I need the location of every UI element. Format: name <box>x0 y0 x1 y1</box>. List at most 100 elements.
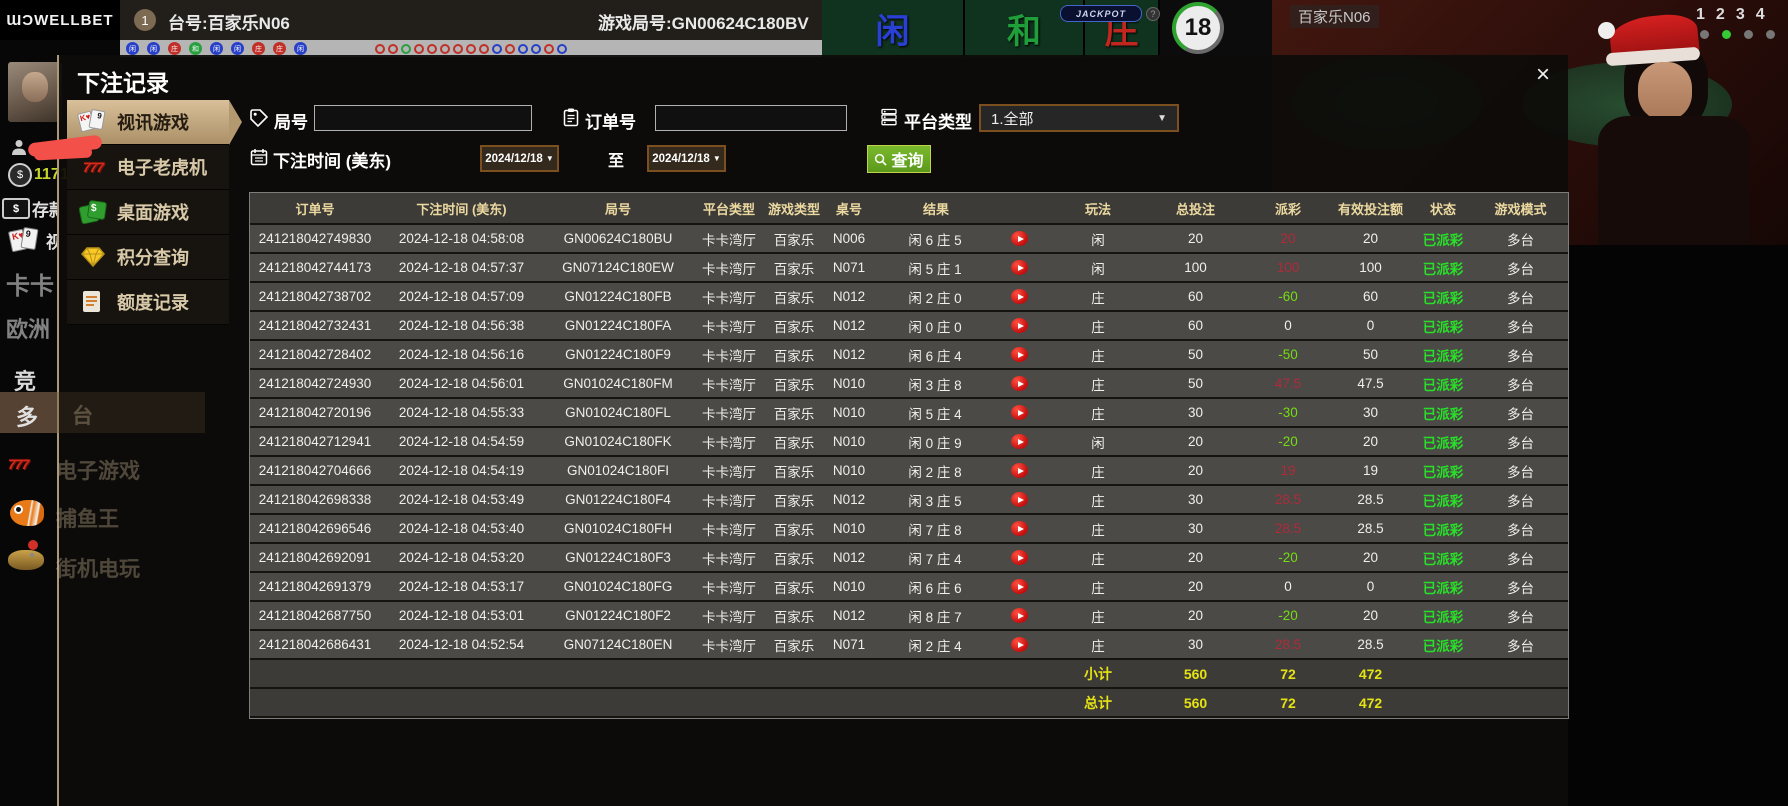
cell-round-no: GN01024C180FM <box>563 376 673 391</box>
cell-game-mode: 多台 <box>1507 464 1534 480</box>
close-icon[interactable]: × <box>1536 63 1550 87</box>
slot-machine-icon: 777 <box>82 159 104 175</box>
arcade-nav-icon[interactable] <box>8 540 44 570</box>
modal-title: 下注记录 <box>77 70 169 96</box>
replay-icon[interactable] <box>1011 579 1028 594</box>
query-button[interactable]: 查询 <box>867 145 931 173</box>
cell-status: 已派彩 <box>1422 638 1464 654</box>
slots-nav-icon[interactable]: 777 <box>8 456 29 472</box>
cell-game-type: 百家乐 <box>773 609 815 625</box>
cell-table-no: N012 <box>832 550 866 565</box>
replay-icon[interactable] <box>1011 405 1028 420</box>
date-from-value: 2024/12/18 <box>485 152 543 165</box>
cell-status: 已派彩 <box>1422 232 1464 248</box>
cell-total-bet: 50 <box>1187 376 1204 391</box>
bet-player-zone[interactable]: 闲 <box>822 0 965 57</box>
replay-icon[interactable] <box>1011 521 1028 536</box>
result-score: 闲 2 庄 4 <box>908 638 962 654</box>
sidebar-item-table-games[interactable]: $ 桌面游戏 <box>67 190 229 235</box>
cell-game-type: 百家乐 <box>773 290 815 306</box>
replay-icon[interactable] <box>1011 260 1028 275</box>
round-filter-input[interactable] <box>314 105 532 131</box>
jackpot-help-icon[interactable]: ? <box>1146 7 1160 21</box>
camera-number[interactable]: 2 <box>1716 6 1725 24</box>
bead-marker: 闲 <box>126 42 139 55</box>
road-ring-marker <box>427 43 437 54</box>
bet-time-filter-label: 下注时间 (美东) <box>273 152 392 171</box>
table-row: 241218042692091 2024-12-18 04:53:20 GN0122… <box>250 544 1568 573</box>
nav-kaka-tab[interactable]: 卡卡 <box>6 266 57 301</box>
sidebar-item-video-games[interactable]: K♥ 9 视讯游戏 <box>67 100 242 145</box>
subtotal-cell <box>380 660 543 687</box>
cell-game-type: 百家乐 <box>773 580 815 596</box>
replay-icon[interactable] <box>1011 347 1028 362</box>
cell-payout: 0 <box>1284 579 1292 594</box>
grand-total-cell <box>823 689 875 716</box>
cell-order-no: 241218042712941 <box>258 434 372 449</box>
cell-bet-time: 2024-12-18 04:54:59 <box>398 434 525 449</box>
subtotal-cell <box>1413 660 1473 687</box>
platform-select-value: 1.全部 <box>991 110 1034 128</box>
cell-status: 已派彩 <box>1422 522 1464 538</box>
replay-icon[interactable] <box>1011 289 1028 304</box>
nav-europe-tab[interactable]: 欧洲 <box>6 312 57 344</box>
result-score: 闲 0 庄 9 <box>908 435 962 451</box>
camera-number[interactable]: 4 <box>1756 6 1765 24</box>
result-score: 闲 2 庄 0 <box>908 290 962 306</box>
replay-icon[interactable] <box>1011 463 1028 478</box>
cell-play-type: 庄 <box>1091 464 1105 480</box>
points-query-icon <box>79 244 107 270</box>
cell-total-bet: 60 <box>1187 318 1204 333</box>
cell-total-bet: 100 <box>1184 260 1207 275</box>
date-from-picker[interactable]: 2024/12/18 ▼ <box>480 145 559 172</box>
camera-number[interactable]: 3 <box>1736 6 1745 24</box>
road-ring-marker <box>479 43 489 54</box>
quota-records-icon <box>79 289 107 315</box>
avatar[interactable] <box>8 62 62 122</box>
table-row: 241218042712941 2024-12-18 04:54:59 GN0102… <box>250 428 1568 457</box>
fishing-nav-icon[interactable] <box>10 500 44 526</box>
nav-duo-tab[interactable]: 多 <box>16 400 38 432</box>
subtotal-cell <box>875 660 1053 687</box>
cell-payout: 100 <box>1276 260 1300 275</box>
table-row: 241218042738702 2024-12-18 04:57:09 GN0122… <box>250 283 1568 312</box>
replay-icon[interactable] <box>1011 318 1028 333</box>
cell-payout: 0 <box>1284 318 1292 333</box>
replay-icon[interactable] <box>1011 376 1028 391</box>
platform-select[interactable]: 1.全部 ▼ <box>979 104 1179 132</box>
cell-table-no: N010 <box>832 521 866 536</box>
subtotal-cell <box>693 660 765 687</box>
replay-icon[interactable] <box>1011 492 1028 507</box>
column-header: 派彩 <box>1274 201 1301 217</box>
replay-icon[interactable] <box>1011 608 1028 623</box>
deposit-button[interactable]: 存款 <box>32 196 57 221</box>
balance-icon: $ <box>8 163 32 187</box>
sidebar-item-quota-records[interactable]: 额度记录 <box>67 280 229 325</box>
bet-records-modal: 下注记录 × K♥ 9 视讯游戏 777 电子老虎机 $ 桌面游戏 积分查询 额度记录 局号 订… <box>57 55 1569 806</box>
sidebar-item-slot-machines[interactable]: 777 电子老虎机 <box>67 145 229 190</box>
replay-icon[interactable] <box>1011 550 1028 565</box>
cell-bet-time: 2024-12-18 04:58:08 <box>398 231 525 246</box>
table-header-row: 订单号 下注时间 (美东) 局号 平台类型 游戏类型 桌号 结果 玩法 总投注 派彩 有效投注额 状态… <box>250 193 1568 225</box>
background-fill <box>1568 245 1788 806</box>
replay-icon[interactable] <box>1011 231 1028 246</box>
round-filter-label: 局号 <box>274 113 308 132</box>
cell-table-no: N071 <box>832 637 866 652</box>
date-to-picker[interactable]: 2024/12/18 ▼ <box>647 145 726 172</box>
column-header: 局号 <box>604 201 631 217</box>
cell-game-type: 百家乐 <box>773 348 815 364</box>
cell-total-bet: 20 <box>1187 579 1204 594</box>
camera-number[interactable]: 1 <box>1696 6 1705 24</box>
replay-icon[interactable] <box>1011 637 1028 652</box>
sidebar-item-points-query[interactable]: 积分查询 <box>67 235 229 280</box>
subtotal-cell: 472 <box>1358 665 1383 682</box>
cell-order-no: 241218042686431 <box>258 637 372 652</box>
order-filter-input[interactable] <box>655 105 847 131</box>
chevron-down-icon: ▼ <box>1157 112 1167 124</box>
cell-total-bet: 30 <box>1187 637 1204 652</box>
cell-status: 已派彩 <box>1422 348 1464 364</box>
cell-play-type: 闲 <box>1091 435 1105 451</box>
cell-total-bet: 20 <box>1187 231 1204 246</box>
replay-icon[interactable] <box>1011 434 1028 449</box>
cell-round-no: GN01024C180FH <box>563 521 673 536</box>
